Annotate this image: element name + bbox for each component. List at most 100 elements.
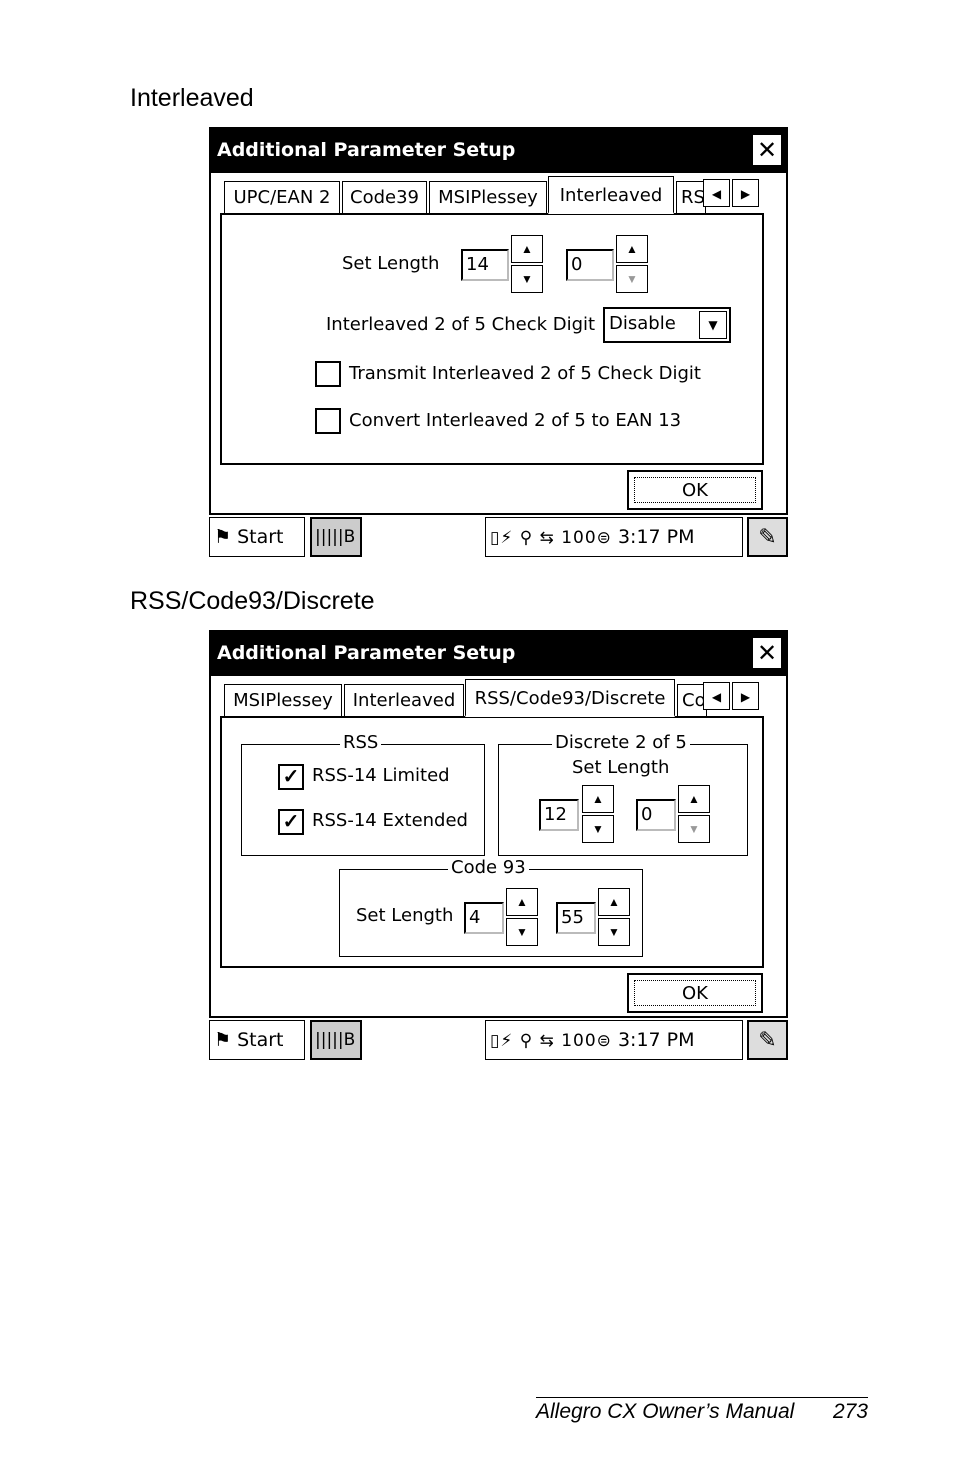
code93-min-input[interactable]: 4 xyxy=(464,902,504,934)
spin-down-icon[interactable]: ▼ xyxy=(582,815,614,843)
spin-down-icon[interactable]: ▼ xyxy=(506,918,538,946)
tab-panel-rss-code93-discrete: RSS ✓ RSS-14 Limited ✓ RSS-14 Extended D… xyxy=(220,716,764,968)
code93-group-label: Code 93 xyxy=(448,857,529,878)
tab-scroll-arrows: ◀ ▶ xyxy=(703,682,761,712)
ok-label: OK xyxy=(634,980,756,1006)
taskbar: ⚑ Start |||||B ▯⚡ ⚲ ⇆ 100⊜ 3:17 PM ✎ xyxy=(209,1020,788,1060)
spin-down-icon: ▼ xyxy=(678,815,710,843)
tray-icons[interactable]: ▯⚡ ⚲ ⇆ 100⊜ xyxy=(490,528,612,548)
tab-upc-ean-2[interactable]: UPC/EAN 2 xyxy=(224,181,340,213)
spin-up-icon[interactable]: ▲ xyxy=(582,785,614,813)
screenshot-rss-code93-discrete: Additional Parameter Setup ✕ MSIPlessey … xyxy=(209,630,788,1060)
chevron-down-icon[interactable]: ▼ xyxy=(699,311,727,339)
discrete-min-input[interactable]: 12 xyxy=(539,799,579,831)
rss-group: RSS ✓ RSS-14 Limited ✓ RSS-14 Extended xyxy=(241,732,485,856)
tab-scroll-right-icon[interactable]: ▶ xyxy=(732,179,759,207)
ok-button[interactable]: OK xyxy=(627,470,763,510)
windows-flag-icon: ⚑ xyxy=(214,526,232,548)
rss14-limited-checkbox[interactable]: ✓ xyxy=(278,764,304,790)
tab-panel-interleaved: Set Length 14 ▲ ▼ 0 ▲ ▼ Interleaved 2 of… xyxy=(220,213,764,465)
spin-up-icon[interactable]: ▲ xyxy=(506,888,538,916)
spin-down-icon: ▼ xyxy=(616,265,648,293)
start-label: Start xyxy=(237,526,284,548)
dialog: Additional Parameter Setup ✕ UPC/EAN 2 C… xyxy=(209,127,788,515)
discrete-group: Discrete 2 of 5 Set Length 12 ▲ ▼ 0 ▲ ▼ xyxy=(498,732,748,856)
rss14-extended-label: RSS-14 Extended xyxy=(312,810,468,831)
tab-rss-code93-discrete[interactable]: RSS/Code93/Discrete xyxy=(465,679,675,717)
ok-label: OK xyxy=(634,477,756,503)
tab-msiplessey[interactable]: MSIPlessey xyxy=(429,181,547,213)
start-button[interactable]: ⚑ Start xyxy=(209,1020,305,1060)
discrete-max-input[interactable]: 0 xyxy=(636,799,676,831)
tab-interleaved[interactable]: Interleaved xyxy=(548,176,674,214)
discrete-max-spinner: ▲ ▼ xyxy=(678,785,710,843)
battery-level: 100 xyxy=(561,528,597,548)
clock[interactable]: 3:17 PM xyxy=(618,1029,695,1051)
code93-group: Code 93 Set Length 4 ▲ ▼ 55 ▲ ▼ xyxy=(339,857,643,957)
discrete-set-length-label: Set Length xyxy=(572,757,670,778)
caption-rss-code93-discrete: RSS/Code93/Discrete xyxy=(130,587,375,615)
manual-title: Allegro CX Owner’s Manual xyxy=(536,1400,795,1423)
footer-rule xyxy=(536,1397,868,1398)
barcode-icon: ||||| xyxy=(315,1030,344,1050)
start-button[interactable]: ⚑ Start xyxy=(209,517,305,557)
discrete-group-label: Discrete 2 of 5 xyxy=(552,732,690,753)
rss14-extended-checkbox[interactable]: ✓ xyxy=(278,809,304,835)
tab-msiplessey[interactable]: MSIPlessey xyxy=(224,684,342,716)
tab-code39[interactable]: Code39 xyxy=(342,181,427,213)
clock[interactable]: 3:17 PM xyxy=(618,526,695,548)
show-desktop-icon[interactable]: ✎ xyxy=(747,1020,788,1060)
tab-scroll-left-icon[interactable]: ◀ xyxy=(703,682,730,710)
spin-up-icon[interactable]: ▲ xyxy=(511,235,543,263)
dialog: Additional Parameter Setup ✕ MSIPlessey … xyxy=(209,630,788,1018)
convert-ean13-label: Convert Interleaved 2 of 5 to EAN 13 xyxy=(349,410,682,431)
spin-up-icon[interactable]: ▲ xyxy=(598,888,630,916)
code93-max-spinner: ▲ ▼ xyxy=(598,888,630,946)
tab-scroll-right-icon[interactable]: ▶ xyxy=(732,682,759,710)
code93-max-input[interactable]: 55 xyxy=(556,902,596,934)
set-length-max-input[interactable]: 0 xyxy=(566,249,614,281)
tab-rss-partial[interactable]: RS xyxy=(676,181,706,213)
tab-scroll-arrows: ◀ ▶ xyxy=(703,179,761,209)
convert-ean13-checkbox[interactable] xyxy=(315,408,341,434)
tab-scroll-left-icon[interactable]: ◀ xyxy=(703,179,730,207)
transmit-check-digit-checkbox[interactable] xyxy=(315,361,341,387)
caption-interleaved: Interleaved xyxy=(130,84,254,112)
code93-min-spinner: ▲ ▼ xyxy=(506,888,538,946)
tab-interleaved[interactable]: Interleaved xyxy=(344,684,464,716)
check-digit-label: Interleaved 2 of 5 Check Digit xyxy=(326,314,596,335)
code93-set-length-label: Set Length xyxy=(356,905,454,926)
spin-down-icon[interactable]: ▼ xyxy=(511,265,543,293)
page-footer: Allegro CX Owner’s Manual 273 xyxy=(536,1400,868,1424)
set-length-label: Set Length xyxy=(342,253,440,274)
dialog-title: Additional Parameter Setup xyxy=(217,642,516,664)
spin-down-icon[interactable]: ▼ xyxy=(598,918,630,946)
discrete-min-spinner: ▲ ▼ xyxy=(582,785,614,843)
tray-icons[interactable]: ▯⚡ ⚲ ⇆ 100⊜ xyxy=(490,1031,612,1051)
close-button[interactable]: ✕ xyxy=(752,134,782,166)
set-length-min-spinner: ▲ ▼ xyxy=(511,235,543,293)
taskbar-app-button[interactable]: |||||B xyxy=(310,517,362,557)
system-tray: ▯⚡ ⚲ ⇆ 100⊜ 3:17 PM xyxy=(485,517,743,557)
set-length-min-input[interactable]: 14 xyxy=(461,249,509,281)
check-digit-select[interactable]: Disable ▼ xyxy=(603,307,731,343)
rss-group-label: RSS xyxy=(340,732,382,753)
close-button[interactable]: ✕ xyxy=(752,637,782,669)
system-tray: ▯⚡ ⚲ ⇆ 100⊜ 3:17 PM xyxy=(485,1020,743,1060)
show-desktop-icon[interactable]: ✎ xyxy=(747,517,788,557)
spin-up-icon[interactable]: ▲ xyxy=(616,235,648,263)
taskbar-app-button[interactable]: |||||B xyxy=(310,1020,362,1060)
title-bar: Additional Parameter Setup ✕ xyxy=(211,632,786,676)
ok-button[interactable]: OK xyxy=(627,973,763,1013)
rss14-limited-label: RSS-14 Limited xyxy=(312,765,450,786)
taskbar-app-label: B xyxy=(343,1030,356,1050)
taskbar: ⚑ Start |||||B ▯⚡ ⚲ ⇆ 100⊜ 3:17 PM ✎ xyxy=(209,517,788,557)
page-number: 273 xyxy=(832,1400,868,1423)
screenshot-interleaved: Additional Parameter Setup ✕ UPC/EAN 2 C… xyxy=(209,127,788,557)
barcode-icon: ||||| xyxy=(315,527,344,547)
transmit-check-digit-label: Transmit Interleaved 2 of 5 Check Digit xyxy=(349,363,701,384)
battery-level: 100 xyxy=(561,1031,597,1051)
taskbar-app-label: B xyxy=(343,527,356,547)
dialog-title: Additional Parameter Setup xyxy=(217,139,516,161)
spin-up-icon[interactable]: ▲ xyxy=(678,785,710,813)
